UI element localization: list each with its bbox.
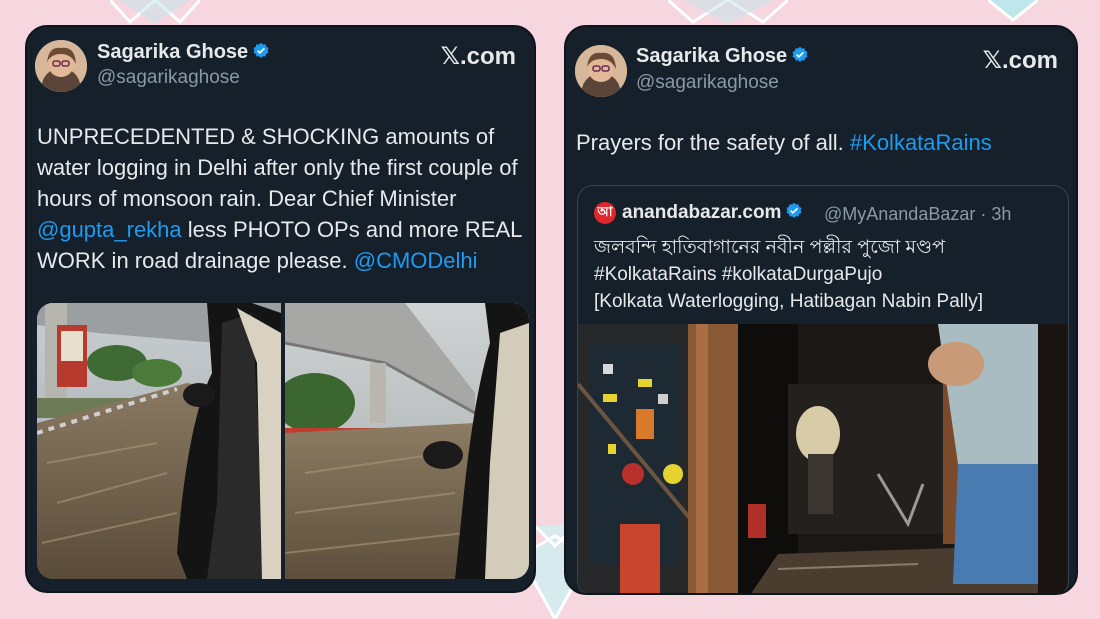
tweet-text-part: UNPRECEDENTED & SHOCKING amounts of wate… [37,124,518,211]
quoted-tweet[interactable]: আ anandabazar.com @MyAnandaBazar · 3h জল… [577,185,1069,593]
tweet-card-delhi[interactable]: Sagarika Ghose @sagarikaghose 𝕏.com UNPR… [25,25,536,593]
mention-link-cmodelhi[interactable]: @CMODelhi [354,248,478,273]
mention-link-gupta-rekha[interactable]: @gupta_rekha [37,217,182,242]
quoted-text-line-2[interactable]: #KolkataRains #kolkataDurgaPujo [594,261,1059,288]
tweet-media-image-2[interactable] [285,303,529,579]
tweet-media-image-1[interactable] [37,303,281,579]
author-handle[interactable]: @sagarikaghose [97,67,240,89]
verified-badge-icon [253,42,269,59]
author-name[interactable]: Sagarika Ghose [636,45,809,68]
quoted-media-image[interactable] [578,324,1068,593]
decorative-diamond-top-right [988,0,1038,22]
quoted-author-name-text[interactable]: anandabazar.com [622,202,781,223]
source-label[interactable]: 𝕏.com [441,42,516,71]
verified-badge-icon [786,202,802,219]
author-name-text[interactable]: Sagarika Ghose [97,41,248,63]
author-name[interactable]: Sagarika Ghose [97,41,270,64]
anandabazar-logo-icon: আ [594,202,616,224]
hashtag-link-kolkatarains[interactable]: #KolkataRains [850,130,992,155]
source-label[interactable]: 𝕏.com [983,46,1058,75]
quoted-text-line-1: জলবন্দি হাতিবাগানের নবীন পল্লীর পুজো মণ্… [594,237,946,258]
tweet-card-kolkata[interactable]: Sagarika Ghose @sagarikaghose 𝕏.com Pray… [564,25,1078,595]
author-handle[interactable]: @sagarikaghose [636,72,779,94]
quoted-handle-time[interactable]: @MyAnandaBazar · 3h [824,204,1011,225]
avatar[interactable] [575,45,627,97]
quoted-text-line-3: [Kolkata Waterlogging, Hatibagan Nabin P… [594,291,984,312]
verified-badge-icon [792,46,808,63]
quoted-author-name[interactable]: anandabazar.com [622,202,803,224]
tweet-text-part: Prayers for the safety of all. [576,130,850,155]
author-name-text[interactable]: Sagarika Ghose [636,45,787,67]
avatar[interactable] [35,40,87,92]
tweet-text: UNPRECEDENTED & SHOCKING amounts of wate… [37,121,532,276]
tweet-text: Prayers for the safety of all. #KolkataR… [576,127,1071,158]
